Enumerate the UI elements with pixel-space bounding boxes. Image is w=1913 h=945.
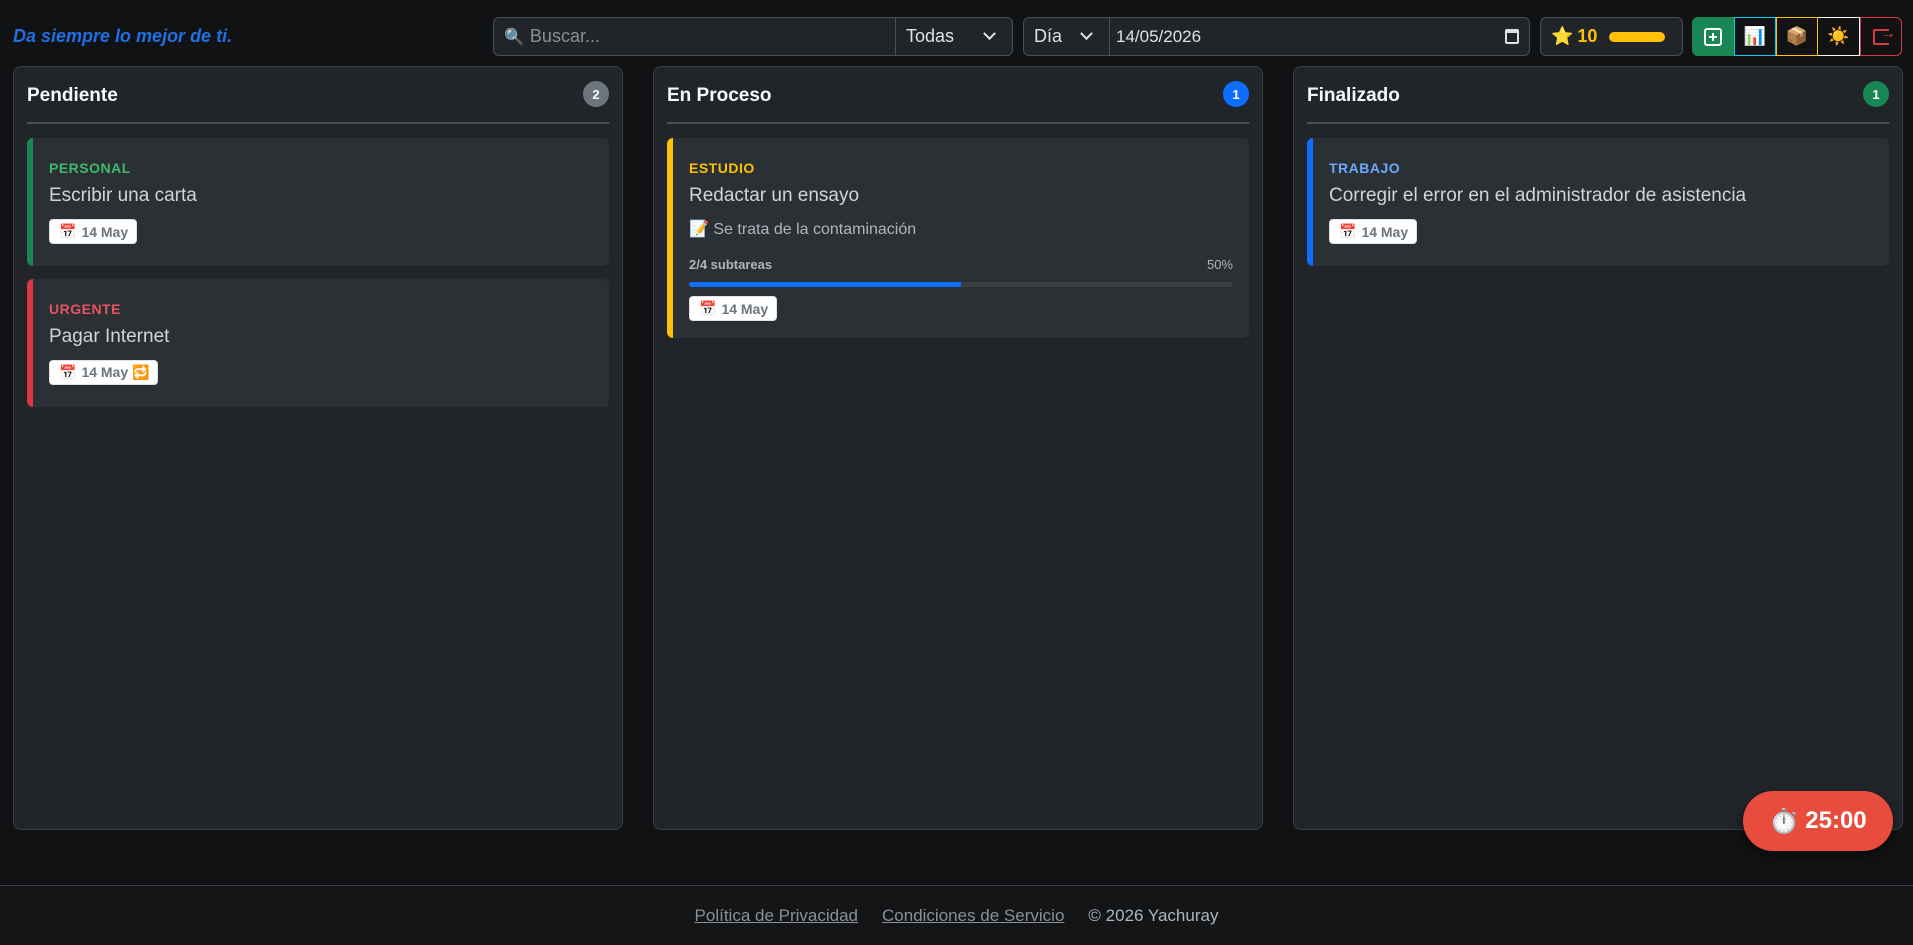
logout-button[interactable] [1860, 17, 1902, 56]
column-title: Finalizado [1307, 85, 1400, 106]
task-category: TRABAJO [1329, 160, 1401, 176]
task-title: Redactar un ensayo [689, 185, 860, 206]
column-title: Pendiente [27, 85, 118, 106]
search-filter-group: 🔍 Todas [493, 17, 1013, 56]
task-category: ESTUDIO [689, 160, 755, 176]
task-title: Pagar Internet [49, 326, 170, 347]
column-count-badge: 2 [583, 81, 609, 107]
task-date-chip: 📅 14 May [49, 219, 138, 244]
task-date: 14 May [1361, 223, 1409, 240]
tagline: Da siempre lo mejor de ti. [13, 26, 233, 46]
view-mode-select[interactable]: Día [1024, 18, 1110, 55]
task-card[interactable]: PERSONAL Escribir una carta 📅 14 May [27, 138, 609, 266]
date-input[interactable]: 14/05/2026 [1110, 18, 1529, 55]
task-date-chip: 📅 14 May [689, 296, 778, 321]
calendar-icon: 📅 [699, 300, 717, 316]
level-value: 10 [1577, 26, 1598, 46]
column-count-badge: 1 [1863, 81, 1889, 107]
date-filter-group: Día 14/05/2026 [1023, 17, 1530, 56]
column-pendiente: Pendiente 2 PERSONAL Escribir una carta … [13, 66, 623, 830]
task-date: 14 May [721, 300, 769, 317]
task-category: PERSONAL [49, 160, 131, 176]
subtask-progress-fill [689, 282, 961, 287]
top-bar: Da siempre lo mejor de ti. 🔍 Todas Día 1… [0, 0, 1913, 66]
calendar-icon: 📅 [59, 364, 77, 380]
task-title: Escribir una carta [49, 185, 197, 206]
privacy-policy-link[interactable]: Política de Privacidad [695, 906, 858, 926]
column-header: Pendiente 2 [27, 67, 609, 124]
calendar-icon: 📅 [1339, 223, 1357, 239]
xp-progress-fill [1609, 31, 1666, 42]
stats-button[interactable]: 📊 [1734, 17, 1776, 56]
task-card[interactable]: TRABAJO Corregir el error en el administ… [1307, 138, 1889, 266]
date-value: 14/05/2026 [1116, 26, 1202, 46]
column-finalizado: Finalizado 1 TRABAJO Corregir el error e… [1293, 66, 1903, 830]
action-buttons: 📊 📦 ☀️ [1692, 17, 1902, 56]
task-category: URGENTE [49, 301, 121, 317]
stopwatch-icon: ⏱️ [1769, 807, 1800, 835]
category-filter-value: Todas [906, 26, 955, 46]
column-en-proceso: En Proceso 1 ESTUDIO Redactar un ensayo … [653, 66, 1263, 830]
xp-progress-bar [1609, 31, 1666, 42]
column-header: En Proceso 1 [667, 67, 1249, 124]
add-task-button[interactable] [1692, 17, 1734, 56]
task-date: 14 May 🔁 [81, 364, 150, 380]
column-header: Finalizado 1 [1307, 67, 1889, 124]
category-filter-select[interactable]: Todas [896, 18, 1012, 55]
task-description: 📝 Se trata de la contaminación [689, 221, 917, 238]
theme-toggle-button[interactable]: ☀️ [1818, 17, 1860, 56]
copyright-text: © 2026 Yachuray [1088, 905, 1219, 925]
column-count-badge: 1 [1223, 81, 1249, 107]
subtask-count: 2/4 subtareas [689, 257, 773, 272]
search-box[interactable]: 🔍 [494, 18, 896, 55]
search-input[interactable] [529, 26, 895, 47]
calendar-icon: 📅 [59, 223, 77, 239]
package-icon: 📦 [1785, 26, 1809, 46]
bar-chart-icon: 📊 [1743, 26, 1767, 46]
task-date-chip: 📅 14 May [1329, 219, 1418, 244]
terms-of-service-link[interactable]: Condiciones de Servicio [882, 906, 1064, 926]
plus-square-icon [1704, 27, 1722, 46]
star-icon: ⭐ [1551, 26, 1574, 46]
level-indicator: ⭐ 10 [1540, 17, 1683, 56]
calendar-icon[interactable] [1505, 29, 1519, 44]
task-date-chip: 📅 14 May 🔁 [49, 360, 159, 385]
task-card[interactable]: URGENTE Pagar Internet 📅 14 May 🔁 [27, 279, 609, 407]
column-title: En Proceso [667, 85, 772, 106]
search-icon: 🔍 [504, 28, 524, 46]
sun-icon: ☀️ [1827, 26, 1850, 46]
chevron-down-icon [1080, 27, 1093, 41]
archive-button[interactable]: 📦 [1776, 17, 1818, 56]
subtask-summary: 2/4 subtareas 50% [689, 257, 1233, 272]
footer: Política de Privacidad Condiciones de Se… [0, 885, 1913, 945]
pomodoro-timer-button[interactable]: ⏱️ 25:00 [1743, 791, 1893, 851]
task-card[interactable]: ESTUDIO Redactar un ensayo 📝 Se trata de… [667, 138, 1249, 338]
timer-value: 25:00 [1805, 807, 1867, 834]
subtask-percent: 50% [1206, 257, 1233, 272]
task-title: Corregir el error en el administrador de… [1329, 185, 1747, 206]
chevron-down-icon [983, 27, 996, 41]
task-date: 14 May [81, 223, 129, 240]
view-mode-value: Día [1034, 26, 1063, 46]
logout-icon [1873, 25, 1896, 45]
subtask-progress-bar [689, 282, 1233, 287]
